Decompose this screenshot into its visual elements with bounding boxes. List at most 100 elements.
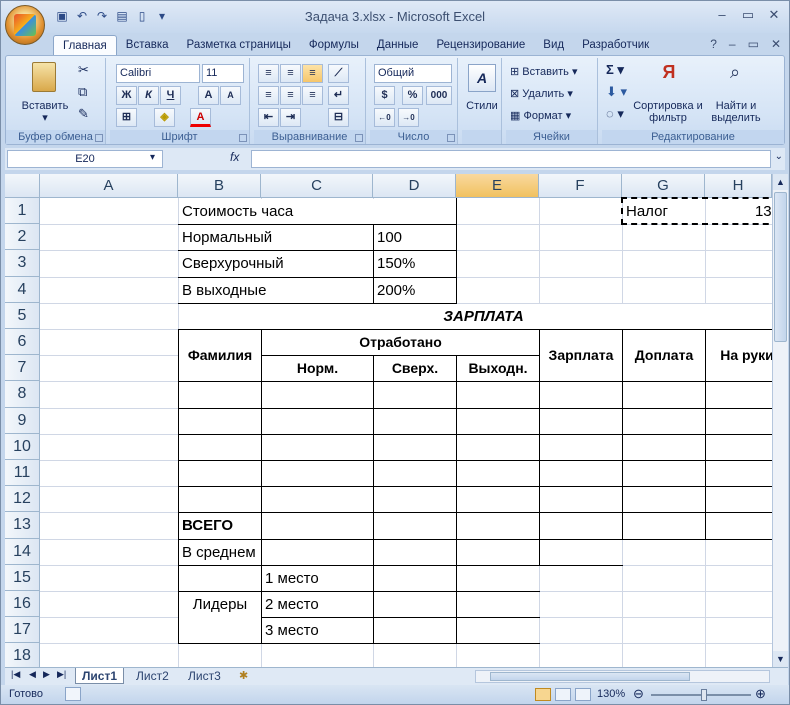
format-cells-button[interactable]: ▦ Формат ▾ [510, 110, 571, 122]
grow-font-icon[interactable]: A [198, 86, 219, 105]
name-box-dropdown-icon[interactable]: ▾ [150, 152, 155, 163]
workbook-restore-icon[interactable]: ▭ [748, 37, 759, 51]
insert-sheet-icon[interactable]: ✱ [239, 669, 248, 682]
sheet-nav-first-icon[interactable]: |◀ [11, 669, 20, 680]
customize-qat-icon[interactable]: ▾ [153, 7, 171, 25]
cell-a3[interactable]: Сверхурочный [179, 251, 373, 277]
borders-icon[interactable]: ⊞ [116, 108, 137, 127]
styles-button[interactable]: Стили [462, 100, 502, 112]
zoom-in-icon[interactable]: ⊕ [755, 686, 766, 702]
col-header-H[interactable]: H [705, 174, 772, 198]
cell-norm[interactable]: Норм. [262, 356, 373, 381]
macro-record-icon[interactable] [65, 687, 81, 701]
row-header-3[interactable]: 3 [5, 250, 40, 277]
find-select-button[interactable]: Найти и выделить [706, 100, 766, 124]
row-header-5[interactable]: 5 [5, 302, 40, 329]
delete-cells-button[interactable]: ⊠ Удалить ▾ [510, 88, 573, 100]
row-header-4[interactable]: 4 [5, 276, 40, 303]
styles-icon[interactable]: A [468, 64, 496, 92]
decrease-indent-icon[interactable]: ⇤ [258, 108, 279, 127]
tab-0[interactable]: Главная [53, 35, 117, 55]
font-color-icon[interactable]: A [190, 108, 211, 127]
align-center-icon[interactable]: ≡ [280, 86, 301, 105]
cell-b17[interactable]: 3 место [262, 618, 373, 643]
row-header-6[interactable]: 6 [5, 329, 40, 356]
align-middle-icon[interactable]: ≡ [280, 64, 301, 83]
new-doc-icon[interactable]: ▯ [133, 7, 151, 25]
decrease-decimal-icon[interactable]: →0 [398, 108, 419, 127]
row-header-17[interactable]: 17 [5, 617, 40, 644]
copy-icon[interactable]: ⧉ [78, 85, 87, 98]
merge-center-icon[interactable]: ⊟ [328, 108, 349, 127]
row-header-7[interactable]: 7 [5, 355, 40, 382]
row-header-10[interactable]: 10 [5, 433, 40, 460]
sheet-nav-prev-icon[interactable]: ◀ [29, 669, 36, 680]
row-header-11[interactable]: 11 [5, 460, 40, 487]
insert-function-icon[interactable]: fx [230, 150, 239, 164]
row-header-16[interactable]: 16 [5, 591, 40, 618]
sheet-nav-next-icon[interactable]: ▶ [43, 669, 50, 680]
save-icon[interactable]: ▣ [53, 7, 71, 25]
font-size-select[interactable]: 11 [202, 64, 244, 83]
number-dialog-launcher[interactable] [447, 134, 455, 142]
percent-style-button[interactable]: % [402, 86, 423, 105]
fill-icon[interactable]: ⬇ ▾ [606, 85, 627, 98]
col-header-G[interactable]: G [622, 174, 705, 198]
page-layout-view-icon[interactable] [555, 688, 571, 701]
zoom-out-icon[interactable]: ⊖ [633, 686, 644, 702]
office-button[interactable] [5, 5, 45, 45]
workbook-minimize-icon[interactable]: – [729, 37, 736, 51]
text-orientation-icon[interactable]: ⟋ [328, 64, 349, 83]
close-icon[interactable]: ✕ [765, 7, 783, 23]
row-header-13[interactable]: 13 [5, 512, 40, 539]
cell-familia[interactable]: Фамилия [179, 330, 261, 382]
number-format-select[interactable]: Общий [374, 64, 452, 83]
sheet-tab-1[interactable]: Лист1 [75, 668, 125, 684]
sheet-nav-last-icon[interactable]: ▶| [57, 669, 66, 680]
print-preview-icon[interactable]: ▤ [113, 7, 131, 25]
col-header-D[interactable]: D [373, 174, 456, 198]
tab-7[interactable]: Разработчик [573, 35, 658, 55]
paste-dropdown-icon[interactable]: ▾ [20, 112, 70, 124]
row-header-15[interactable]: 15 [5, 564, 40, 591]
workbook-close-icon[interactable]: ✕ [771, 37, 781, 51]
page-break-view-icon[interactable] [575, 688, 591, 701]
cell-otrabotano[interactable]: Отработано [262, 330, 539, 356]
alignment-dialog-launcher[interactable] [355, 134, 363, 142]
cell-naruki[interactable]: На руки [706, 330, 772, 382]
maximize-icon[interactable]: ▭ [739, 7, 757, 23]
cell-a1[interactable]: Стоимость часа [179, 199, 456, 225]
col-header-B[interactable]: B [178, 174, 261, 198]
shrink-font-icon[interactable]: A [220, 86, 241, 105]
formula-input[interactable] [251, 150, 771, 168]
find-select-icon[interactable]: ⌕ [722, 62, 748, 90]
clear-icon[interactable]: ◌ ▾ [606, 107, 624, 120]
clipboard-dialog-launcher[interactable] [95, 134, 103, 142]
zoom-slider-thumb[interactable] [701, 689, 707, 701]
horizontal-scrollbar[interactable] [475, 670, 770, 683]
currency-format-icon[interactable]: $ [374, 86, 395, 105]
align-right-icon[interactable]: ≡ [302, 86, 323, 105]
tab-4[interactable]: Данные [368, 35, 428, 55]
zoom-level[interactable]: 130% [597, 688, 625, 700]
row-header-12[interactable]: 12 [5, 486, 40, 513]
name-box[interactable]: E20 [7, 150, 163, 168]
cell-title[interactable]: ЗАРПЛАТА [179, 303, 772, 329]
scroll-thumb[interactable] [774, 192, 787, 342]
insert-cells-button[interactable]: ⊞ Вставить ▾ [510, 66, 578, 78]
expand-formula-bar-icon[interactable]: ⌄ [775, 151, 783, 162]
cell-zarplata[interactable]: Зарплата [540, 330, 622, 382]
row-header-1[interactable]: 1 [5, 198, 40, 225]
row-header-2[interactable]: 2 [5, 224, 40, 251]
font-dialog-launcher[interactable] [239, 134, 247, 142]
vertical-scrollbar[interactable]: ▲ ▼ [772, 174, 788, 667]
zoom-slider[interactable] [651, 689, 751, 701]
sheet-tab-2[interactable]: Лист2 [130, 668, 175, 684]
cell-c4[interactable]: 200% [374, 278, 456, 303]
increase-indent-icon[interactable]: ⇥ [280, 108, 301, 127]
scroll-down-icon[interactable]: ▼ [773, 651, 788, 667]
cell-a13[interactable]: ВСЕГО [179, 513, 261, 538]
cell-c3[interactable]: 150% [374, 251, 456, 276]
cell-b15[interactable]: 1 место [262, 566, 373, 591]
col-header-E[interactable]: E [456, 174, 539, 198]
